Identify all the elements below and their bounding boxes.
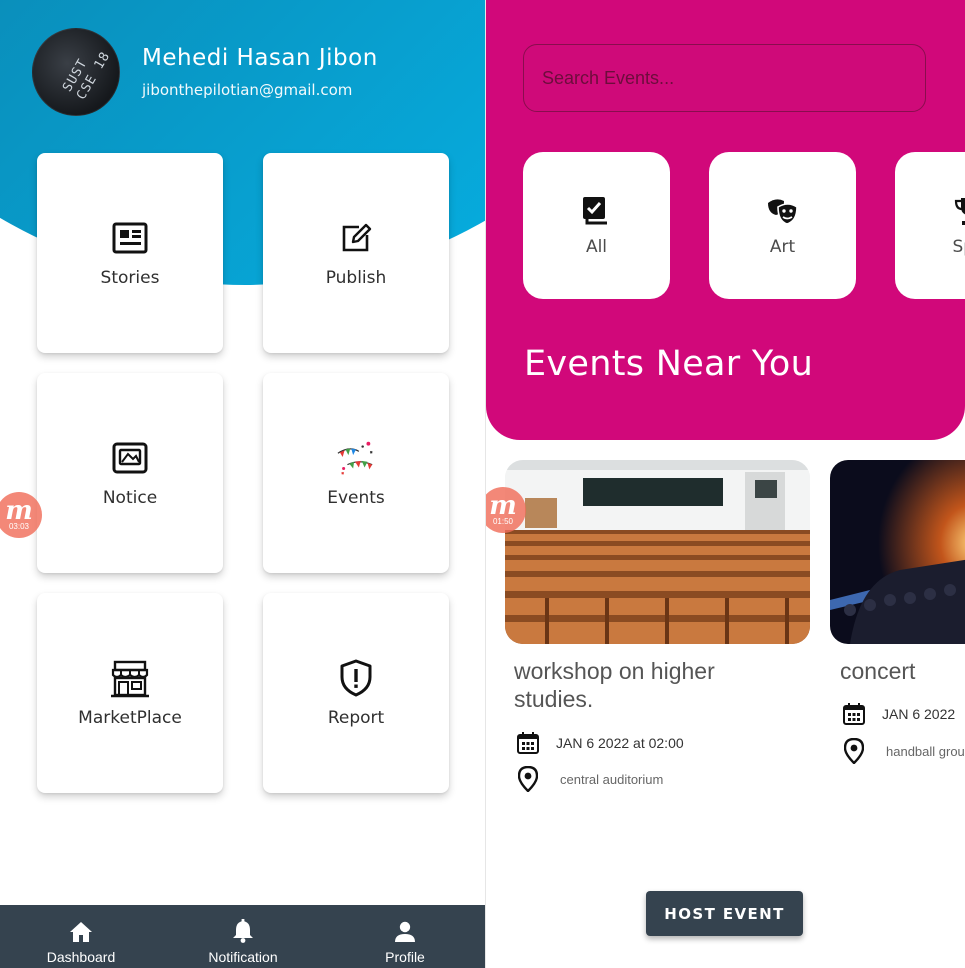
category-label: Art [769,236,796,257]
home-icon [70,922,92,942]
event-date: JAN 6 2022 [882,706,956,722]
notice-card[interactable]: Notice [37,373,223,573]
nav-dashboard[interactable]: Dashboard [0,905,162,968]
party-bunting-icon [336,438,376,478]
card-label: MarketPlace [78,708,182,728]
event-date-row: JAN 6 2022 at 02:00 [516,731,684,755]
notice-board-icon [110,438,150,478]
nav-label: Notification [208,949,278,965]
events-card[interactable]: Events [263,373,449,573]
checkbox-multiple-icon [582,196,607,224]
trophy-icon [954,197,965,225]
event-location: central auditorium [560,771,664,787]
category-label: All [585,236,608,257]
section-title: Events Near You [524,344,814,384]
card-label: Report [327,708,385,728]
calendar-icon [843,703,865,725]
events-screen: All Art Spo Events Near You [486,0,965,968]
location-pin-icon [518,766,538,792]
host-event-button[interactable]: HOST EVENT [646,891,803,936]
event-date-row: JAN 6 2022 [842,702,955,726]
event-location: handball grou [886,743,965,759]
card-label: Notice [102,488,158,508]
event-date: JAN 6 2022 at 02:00 [556,735,684,751]
stories-card[interactable]: Stories [37,153,223,353]
report-card[interactable]: Report [263,593,449,793]
publish-card[interactable]: Publish [263,153,449,353]
bell-icon [233,919,253,943]
marketplace-card[interactable]: MarketPlace [37,593,223,793]
person-icon [395,921,415,942]
card-label: Publish [325,268,387,288]
recorder-letter: m [489,490,517,521]
category-sports[interactable]: Spo [895,152,965,299]
event-image-concert[interactable] [830,460,965,644]
event-location-row: central auditorium [518,766,663,792]
bottom-navigation: Dashboard Notification Profile [0,905,485,968]
search-bar[interactable] [523,44,926,112]
event-image-auditorium[interactable] [505,460,810,644]
user-email: jibonthepilotian@gmail.com [142,81,353,99]
avatar[interactable]: SUST CSE 18 [32,28,120,116]
category-art[interactable]: Art [709,152,856,299]
category-all[interactable]: All [523,152,670,299]
newspaper-icon [110,218,150,258]
event-title[interactable]: workshop on higher studies. [514,657,774,713]
storefront-icon [110,658,150,698]
nav-label: Dashboard [46,949,116,965]
dashboard-screen: SUST CSE 18 Mehedi Hasan Jibon jibonthep… [0,0,486,968]
user-info: Mehedi Hasan Jibon jibonthepilotian@gmai… [142,45,378,99]
avatar-text: SUST CSE 18 [60,49,114,103]
event-location-row: handball grou [844,738,965,764]
shield-alert-icon [336,658,376,698]
user-name: Mehedi Hasan Jibon [142,45,378,71]
event-title[interactable]: concert [840,657,965,685]
nav-label: Profile [385,949,425,965]
nav-notification[interactable]: Notification [162,905,324,968]
recorder-letter: m [5,495,33,526]
search-input[interactable] [542,45,912,111]
nav-profile[interactable]: Profile [324,905,485,968]
card-label: Stories [100,268,160,288]
screen-recorder-badge[interactable]: m 03:03 [0,492,42,538]
edit-note-icon [336,218,376,258]
card-label: Events [327,488,385,508]
location-pin-icon [844,738,864,764]
profile-header[interactable]: SUST CSE 18 Mehedi Hasan Jibon jibonthep… [32,28,378,116]
recorder-time: 03:03 [8,521,30,531]
recorder-time: 01:50 [492,516,514,526]
category-label: Spo [952,236,965,257]
calendar-icon [517,732,539,754]
theater-masks-icon [767,198,798,225]
